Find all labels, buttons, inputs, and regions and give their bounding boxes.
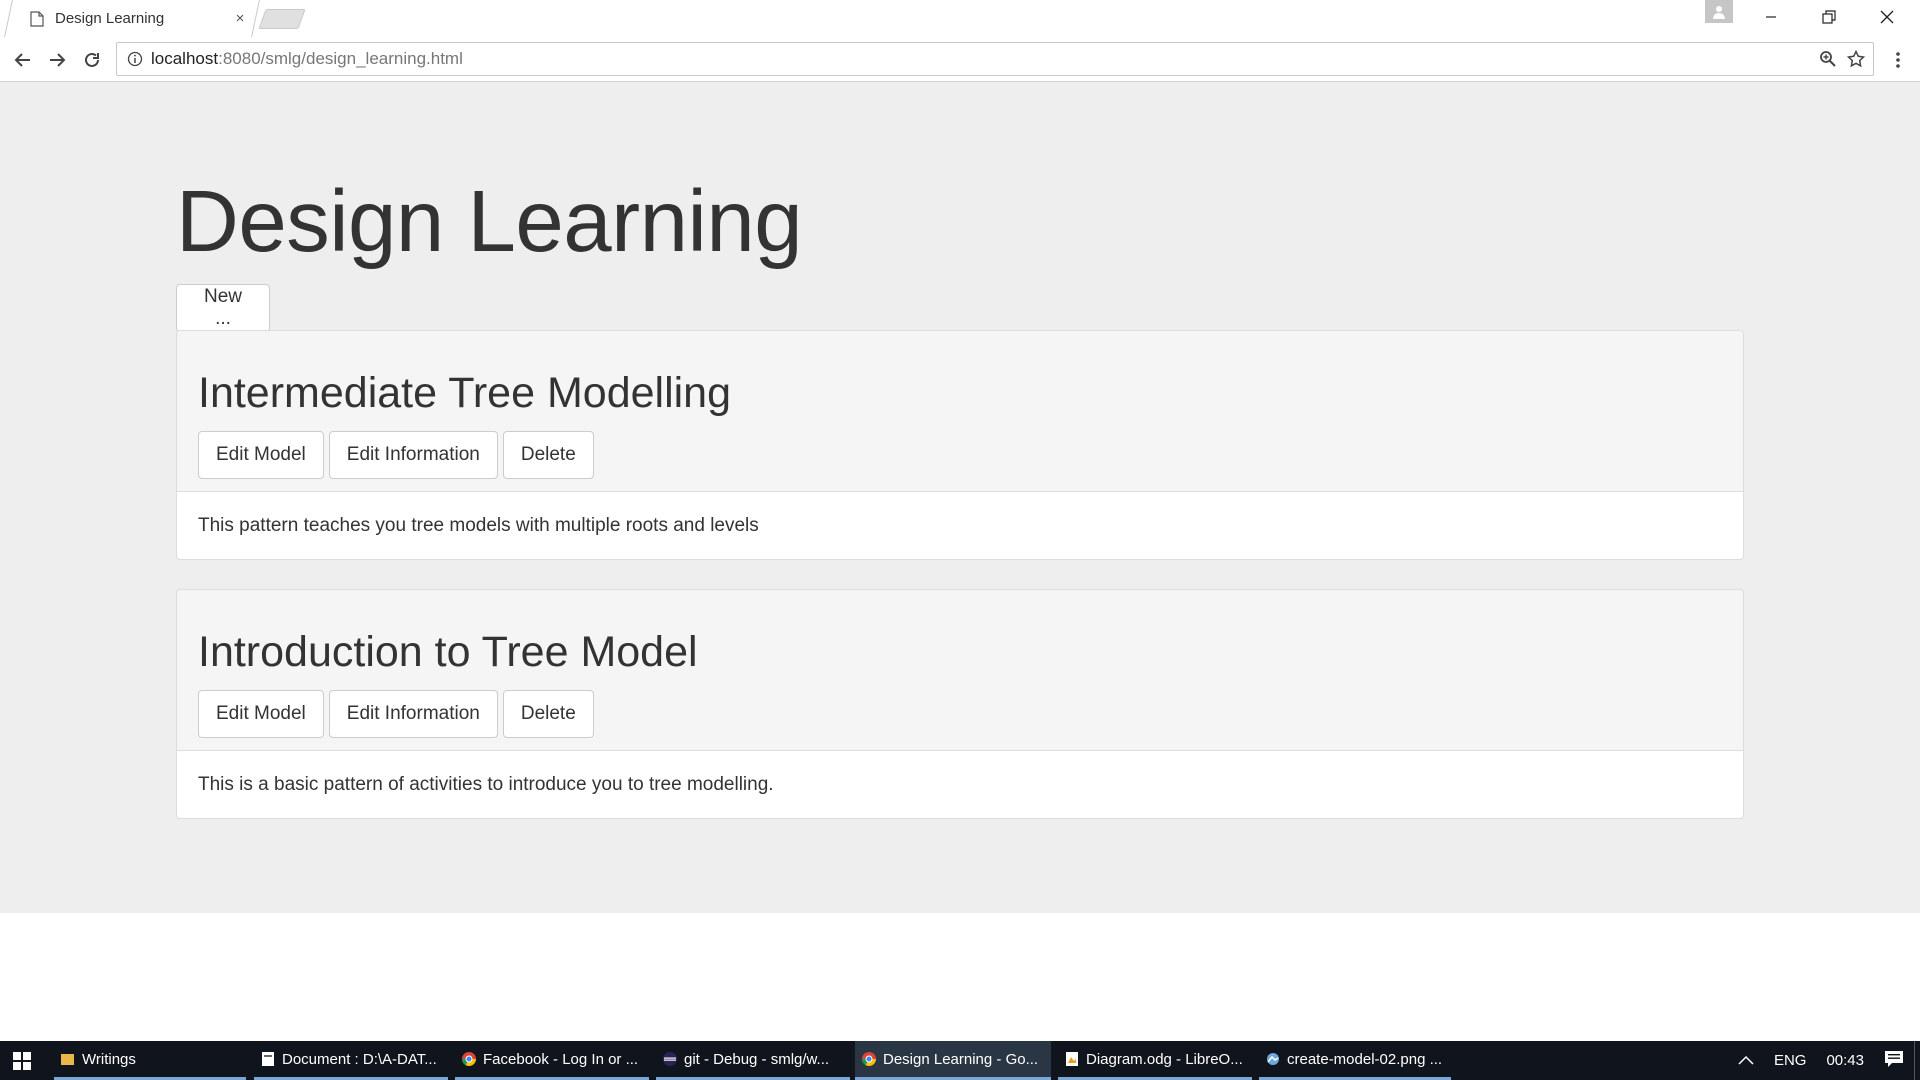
card-header: Introduction to Tree Model Edit Model Ed… <box>177 590 1743 751</box>
back-arrow-icon[interactable] <box>8 45 38 75</box>
page-icon <box>30 10 44 27</box>
card-actions: Edit Model Edit Information Delete <box>198 690 594 738</box>
show-desktop-button[interactable] <box>1914 1041 1920 1080</box>
tab-close-icon[interactable]: × <box>230 10 250 27</box>
new-button[interactable]: New ... <box>176 284 270 332</box>
chevron-up-icon[interactable] <box>1738 1052 1754 1069</box>
pattern-card: Introduction to Tree Model Edit Model Ed… <box>176 589 1744 819</box>
taskbar-item-label: Document : D:\A-DAT... <box>282 1050 437 1068</box>
edit-information-button[interactable]: Edit Information <box>328 431 498 479</box>
address-bar[interactable]: localhost:8080/smlg/design_learning.html <box>116 42 1874 76</box>
zoom-icon[interactable] <box>1817 48 1839 70</box>
document-icon <box>262 1052 274 1066</box>
browser-toolbar: localhost:8080/smlg/design_learning.html <box>0 37 1920 82</box>
folder-icon <box>61 1054 74 1065</box>
card-actions: Edit Model Edit Information Delete <box>198 431 594 479</box>
windows-start-icon[interactable] <box>0 1041 44 1080</box>
browser-tabstrip: Design Learning × <box>0 0 1920 37</box>
new-tab-button[interactable] <box>258 9 306 29</box>
chrome-icon <box>462 1052 476 1066</box>
edit-model-button[interactable]: Edit Model <box>198 431 324 479</box>
clock[interactable]: 00:43 <box>1826 1052 1864 1069</box>
delete-button[interactable]: Delete <box>502 431 594 479</box>
language-indicator[interactable]: ENG <box>1774 1052 1807 1069</box>
browser-menu-icon[interactable] <box>1888 49 1908 71</box>
system-tray: ENG 00:43 <box>1728 1041 1920 1080</box>
card-description: This pattern teaches you tree models wit… <box>198 515 759 536</box>
forward-arrow-icon[interactable] <box>42 45 72 75</box>
browser-tab-content[interactable]: Design Learning × <box>30 0 254 37</box>
delete-button[interactable]: Delete <box>502 690 594 738</box>
url-text[interactable]: localhost:8080/smlg/design_learning.html <box>151 49 1817 69</box>
taskbar-item-label: create-model-02.png ... <box>1287 1050 1443 1068</box>
bookmark-star-icon[interactable] <box>1845 48 1867 70</box>
pattern-card: Intermediate Tree Modelling Edit Model E… <box>176 330 1744 560</box>
close-window-icon[interactable] <box>1858 0 1916 34</box>
taskbar-item[interactable]: git - Debug - smlg/w... <box>656 1041 850 1080</box>
taskbar-item[interactable]: Facebook - Log In or ... <box>455 1041 649 1080</box>
eclipse-icon <box>663 1052 677 1066</box>
libreoffice-draw-icon <box>1066 1052 1078 1066</box>
edit-model-button[interactable]: Edit Model <box>198 690 324 738</box>
tab-title: Design Learning <box>55 10 165 27</box>
card-title: Introduction to Tree Model <box>198 628 698 676</box>
taskbar-item[interactable]: Document : D:\A-DAT... <box>254 1041 448 1080</box>
taskbar-item-label: git - Debug - smlg/w... <box>684 1050 830 1068</box>
page-content: Design Learning New ... Intermediate Tre… <box>0 82 1920 913</box>
minimize-icon[interactable] <box>1742 0 1800 34</box>
restore-icon[interactable] <box>1800 0 1858 34</box>
reload-icon[interactable] <box>77 45 107 75</box>
taskbar-item[interactable]: Design Learning - Go... <box>855 1041 1051 1080</box>
chrome-icon <box>862 1052 876 1066</box>
info-icon[interactable] <box>127 51 143 67</box>
taskbar-item-label: Facebook - Log In or ... <box>483 1050 639 1068</box>
taskbar: Writings Document : D:\A-DAT... Facebook… <box>0 1041 1920 1080</box>
card-description: This is a basic pattern of activities to… <box>198 774 774 795</box>
image-viewer-icon <box>1267 1053 1279 1065</box>
notification-icon[interactable] <box>1884 1050 1904 1072</box>
profile-icon[interactable] <box>1705 0 1733 23</box>
taskbar-item[interactable]: create-model-02.png ... <box>1259 1041 1451 1080</box>
taskbar-item-label: Diagram.odg - LibreO... <box>1086 1050 1243 1068</box>
taskbar-item-label: Design Learning - Go... <box>883 1050 1039 1068</box>
url-path: :8080/smlg/design_learning.html <box>218 49 463 68</box>
taskbar-item[interactable]: Writings <box>54 1041 246 1080</box>
taskbar-item-label: Writings <box>82 1050 136 1068</box>
taskbar-item[interactable]: Diagram.odg - LibreO... <box>1058 1041 1252 1080</box>
page-title: Design Learning <box>176 173 803 270</box>
card-title: Intermediate Tree Modelling <box>198 369 732 417</box>
card-header: Intermediate Tree Modelling Edit Model E… <box>177 331 1743 492</box>
url-host: localhost <box>151 49 219 68</box>
edit-information-button[interactable]: Edit Information <box>328 690 498 738</box>
